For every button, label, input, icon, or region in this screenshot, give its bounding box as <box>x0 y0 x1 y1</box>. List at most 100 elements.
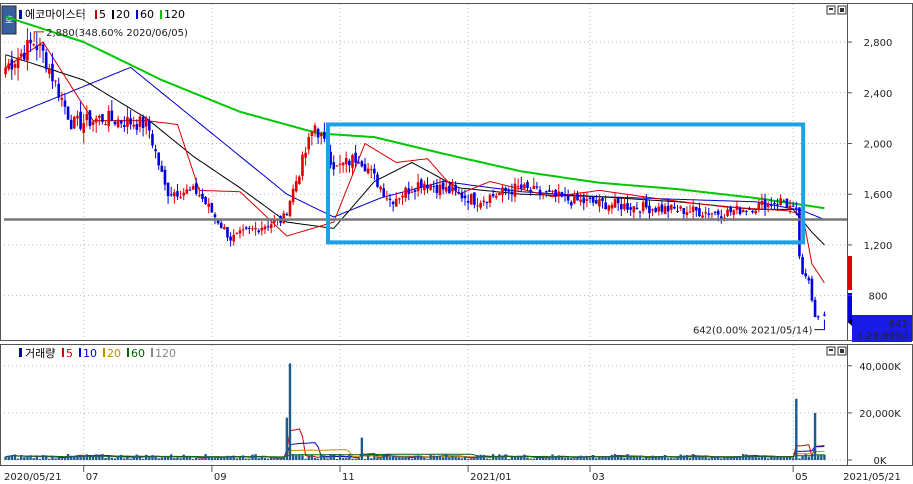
volume-bar <box>148 457 151 460</box>
volume-bar <box>41 455 45 460</box>
volume-bar <box>407 457 410 460</box>
volume-bar <box>766 458 770 460</box>
volume-bar <box>482 454 485 460</box>
volume-bar <box>682 455 685 460</box>
candle-body <box>282 213 286 224</box>
volume-bar <box>76 455 79 460</box>
volume-bar <box>582 456 585 460</box>
candle-body <box>479 202 482 208</box>
candle-body <box>73 116 76 129</box>
candle-body <box>263 226 267 230</box>
candle-body <box>760 200 764 205</box>
y-tick-label: 2,800 <box>864 38 893 49</box>
candle-body <box>173 192 176 197</box>
volume-bar <box>626 454 629 460</box>
candle-body <box>166 182 170 197</box>
candle-body <box>776 203 779 205</box>
volume-bar <box>385 455 389 460</box>
volume-bar <box>79 455 82 460</box>
volume-bar <box>107 455 110 460</box>
legend-ma-label: 120 <box>164 8 185 21</box>
candle-body <box>69 119 73 130</box>
volume-bar <box>110 457 114 460</box>
candle-body <box>229 236 232 241</box>
candle-body <box>682 208 686 214</box>
candle-body <box>191 186 195 190</box>
volume-bar <box>423 457 426 460</box>
candle-body <box>810 278 814 301</box>
candle-body <box>238 230 242 234</box>
candle-body <box>594 200 598 204</box>
candle-body <box>654 207 657 212</box>
candle-body <box>716 210 720 215</box>
volume-bar <box>207 456 210 460</box>
volume-bar <box>245 458 248 460</box>
volume-bar <box>638 455 642 460</box>
volume-bar <box>176 457 179 460</box>
legend-swatch <box>112 10 114 19</box>
volume-bar <box>69 455 73 460</box>
volume-bar <box>220 456 223 460</box>
candle-body <box>751 210 754 213</box>
candle-body <box>616 198 620 204</box>
volume-bar <box>307 456 310 460</box>
candle-body <box>94 118 98 123</box>
volume-bar <box>395 457 398 460</box>
y-tick-label: 1,200 <box>864 241 893 252</box>
candle-body <box>198 195 201 197</box>
candle-body <box>110 110 114 121</box>
candle-body <box>38 43 42 46</box>
candle-body <box>657 206 661 212</box>
candle-body <box>188 189 192 191</box>
candle-body <box>694 206 698 211</box>
volume-bar <box>170 454 173 460</box>
volume-bar <box>260 456 264 460</box>
volume-bar <box>588 457 592 460</box>
legend-volume-name: 거래량 <box>25 347 55 360</box>
candle-body <box>494 195 498 198</box>
legend-swatch <box>95 10 97 19</box>
volume-bar <box>82 456 85 460</box>
volume-bar <box>491 454 495 460</box>
volume-bar <box>645 457 648 460</box>
candle-body <box>113 121 117 125</box>
volume-bar <box>29 455 32 460</box>
candle-body <box>432 186 436 188</box>
volume-bar <box>813 412 817 460</box>
candle-body <box>413 190 417 193</box>
volume-bar <box>563 457 567 460</box>
candle-body <box>257 230 261 233</box>
volume-bar <box>238 457 242 460</box>
candle-body <box>757 203 761 209</box>
candle-body <box>141 117 145 129</box>
candle-body <box>388 198 392 201</box>
candle-body <box>13 64 17 68</box>
volume-bar <box>316 458 320 460</box>
candle-body <box>391 201 395 205</box>
candle-body <box>648 205 651 214</box>
candle-body <box>632 206 636 213</box>
volume-bar <box>804 454 807 460</box>
candle-body <box>507 189 511 192</box>
candle-body <box>785 198 789 208</box>
high-annotation: 2,880(348.60% 2020/06/05) <box>46 28 188 39</box>
volume-bar <box>538 456 542 460</box>
volume-bar <box>376 457 379 460</box>
volume-bar <box>513 457 517 460</box>
volume-bar <box>541 457 545 460</box>
candle-body <box>444 187 448 192</box>
candle-body <box>691 206 695 212</box>
candle-body <box>469 194 473 205</box>
candle-body <box>88 110 92 126</box>
candle-body <box>485 201 489 203</box>
candle-body <box>354 152 357 163</box>
volume-bar <box>226 455 229 460</box>
volume-bar <box>773 456 776 460</box>
volume-bar <box>335 458 339 460</box>
volume-bar <box>213 457 217 460</box>
candle-body <box>569 202 573 206</box>
candle-body <box>523 184 526 189</box>
volume-bar <box>732 456 735 460</box>
volume-bar <box>435 455 439 460</box>
volume-bar <box>754 455 757 460</box>
